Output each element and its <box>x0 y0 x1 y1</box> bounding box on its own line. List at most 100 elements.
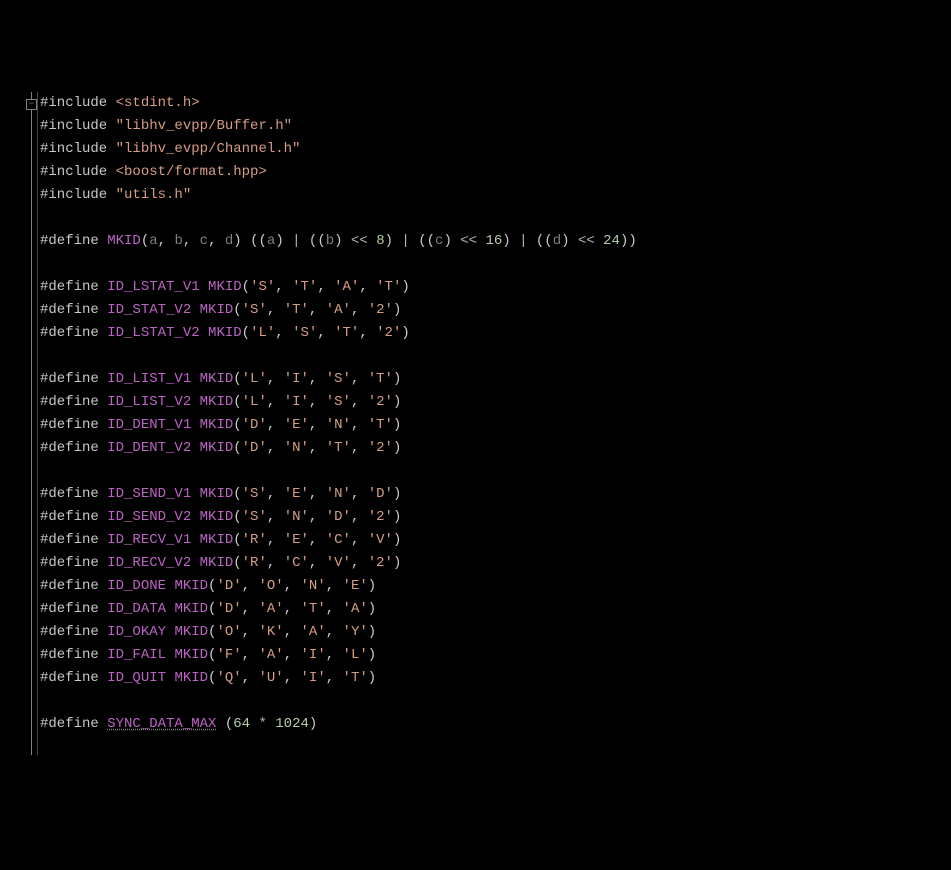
token-punct: ( <box>242 325 250 341</box>
token-punct: ) <box>393 302 401 318</box>
code-line[interactable]: #define ID_LSTAT_V1 MKID('S', 'T', 'A', … <box>40 276 951 299</box>
token-pp: #define <box>40 394 107 410</box>
token-punct: , <box>359 279 376 295</box>
token-punct: , <box>242 601 259 617</box>
token-punct: ( <box>233 440 241 456</box>
token-chr: 'N' <box>326 486 351 502</box>
token-punct: , <box>326 670 343 686</box>
token-chr: 'D' <box>216 601 241 617</box>
code-line[interactable]: #define ID_OKAY MKID('O', 'K', 'A', 'Y') <box>40 621 951 644</box>
code-line[interactable]: #define MKID(a, b, c, d) ((a) | ((b) << … <box>40 230 951 253</box>
code-editor[interactable]: − #include <stdint.h>#include "libhv_evp… <box>0 92 951 755</box>
token-punct: ) <box>393 371 401 387</box>
token-punct: , <box>267 486 284 502</box>
token-punct: ) <box>393 394 401 410</box>
code-line[interactable]: #include <boost/format.hpp> <box>40 161 951 184</box>
token-punct: , <box>284 670 301 686</box>
token-op: | <box>519 233 527 249</box>
token-punct <box>368 233 376 249</box>
code-line[interactable]: #include "libhv_evpp/Buffer.h" <box>40 115 951 138</box>
token-punct: , <box>351 394 368 410</box>
token-pp: #define <box>40 417 107 433</box>
token-chr: 'D' <box>216 578 241 594</box>
token-punct: (( <box>410 233 435 249</box>
token-macroname: ID_DONE <box>107 578 166 594</box>
token-punct <box>191 394 199 410</box>
token-punct: ) <box>368 647 376 663</box>
code-line[interactable]: #define ID_DENT_V2 MKID('D', 'N', 'T', '… <box>40 437 951 460</box>
token-chr: 'S' <box>242 486 267 502</box>
token-num: 16 <box>485 233 502 249</box>
token-macroname: ID_LIST_V1 <box>107 371 191 387</box>
token-chr: 'I' <box>284 394 309 410</box>
code-line[interactable] <box>40 690 951 713</box>
token-pp: #define <box>40 371 107 387</box>
token-punct: , <box>267 394 284 410</box>
token-inc: "libhv_evpp/Buffer.h" <box>116 118 292 134</box>
code-line[interactable]: #define SYNC_DATA_MAX (64 * 1024) <box>40 713 951 736</box>
token-num: 1024 <box>275 716 309 732</box>
token-pp: #define <box>40 233 107 249</box>
token-chr: 'T' <box>284 302 309 318</box>
token-macroname: ID_SEND_V2 <box>107 509 191 525</box>
token-pp: #define <box>40 601 107 617</box>
token-num: 8 <box>376 233 384 249</box>
token-pp: #define <box>40 532 107 548</box>
code-line[interactable]: #define ID_RECV_V2 MKID('R', 'C', 'V', '… <box>40 552 951 575</box>
code-line[interactable] <box>40 253 951 276</box>
token-inc: <boost/format.hpp> <box>116 164 267 180</box>
token-param: b <box>174 233 182 249</box>
code-line[interactable]: #include "libhv_evpp/Channel.h" <box>40 138 951 161</box>
code-line[interactable]: #define ID_LSTAT_V2 MKID('L', 'S', 'T', … <box>40 322 951 345</box>
token-punct: , <box>351 440 368 456</box>
token-punct: ( <box>233 555 241 571</box>
token-punct <box>200 279 208 295</box>
code-line[interactable]: #define ID_LIST_V2 MKID('L', 'I', 'S', '… <box>40 391 951 414</box>
token-punct: ) <box>393 555 401 571</box>
code-line[interactable]: #define ID_DATA MKID('D', 'A', 'T', 'A') <box>40 598 951 621</box>
token-punct: , <box>317 325 334 341</box>
token-macroname: ID_DENT_V1 <box>107 417 191 433</box>
code-line[interactable] <box>40 460 951 483</box>
token-punct: ) <box>275 233 292 249</box>
token-chr: 'D' <box>368 486 393 502</box>
code-line[interactable]: #define ID_STAT_V2 MKID('S', 'T', 'A', '… <box>40 299 951 322</box>
code-line[interactable]: #define ID_DENT_V1 MKID('D', 'E', 'N', '… <box>40 414 951 437</box>
code-line[interactable]: #define ID_DONE MKID('D', 'O', 'N', 'E') <box>40 575 951 598</box>
token-macroname: ID_SEND_V1 <box>107 486 191 502</box>
token-punct: ) <box>368 624 376 640</box>
code-line[interactable]: #define ID_RECV_V1 MKID('R', 'E', 'C', '… <box>40 529 951 552</box>
token-chr: 'E' <box>284 486 309 502</box>
code-line[interactable]: #define ID_QUIT MKID('Q', 'U', 'I', 'T') <box>40 667 951 690</box>
token-punct: ) <box>385 233 402 249</box>
token-punct <box>191 532 199 548</box>
token-chr: 'O' <box>216 624 241 640</box>
token-punct <box>191 417 199 433</box>
token-chr: 'A' <box>334 279 359 295</box>
token-pp: #include <box>40 118 116 134</box>
code-area[interactable]: #include <stdint.h>#include "libhv_evpp/… <box>38 92 951 755</box>
token-op: << <box>351 233 368 249</box>
token-punct: , <box>317 279 334 295</box>
code-line[interactable]: #define ID_SEND_V2 MKID('S', 'N', 'D', '… <box>40 506 951 529</box>
token-macroname: ID_RECV_V1 <box>107 532 191 548</box>
code-line[interactable]: #define ID_FAIL MKID('F', 'A', 'I', 'L') <box>40 644 951 667</box>
token-param: b <box>326 233 334 249</box>
code-line[interactable] <box>40 345 951 368</box>
token-chr: 'R' <box>242 555 267 571</box>
token-chr: 'O' <box>258 578 283 594</box>
token-punct: , <box>351 555 368 571</box>
code-line[interactable]: #include "utils.h" <box>40 184 951 207</box>
fold-toggle-icon[interactable]: − <box>26 99 37 110</box>
code-line[interactable] <box>40 207 951 230</box>
token-punct <box>191 486 199 502</box>
token-punct: ) <box>393 532 401 548</box>
code-line[interactable]: #define ID_LIST_V1 MKID('L', 'I', 'S', '… <box>40 368 951 391</box>
token-punct: , <box>284 578 301 594</box>
token-op: << <box>578 233 595 249</box>
code-line[interactable]: #define ID_SEND_V1 MKID('S', 'E', 'N', '… <box>40 483 951 506</box>
token-punct: ) <box>334 233 351 249</box>
token-punct: , <box>326 624 343 640</box>
code-line[interactable]: #include <stdint.h> <box>40 92 951 115</box>
token-chr: 'N' <box>284 509 309 525</box>
